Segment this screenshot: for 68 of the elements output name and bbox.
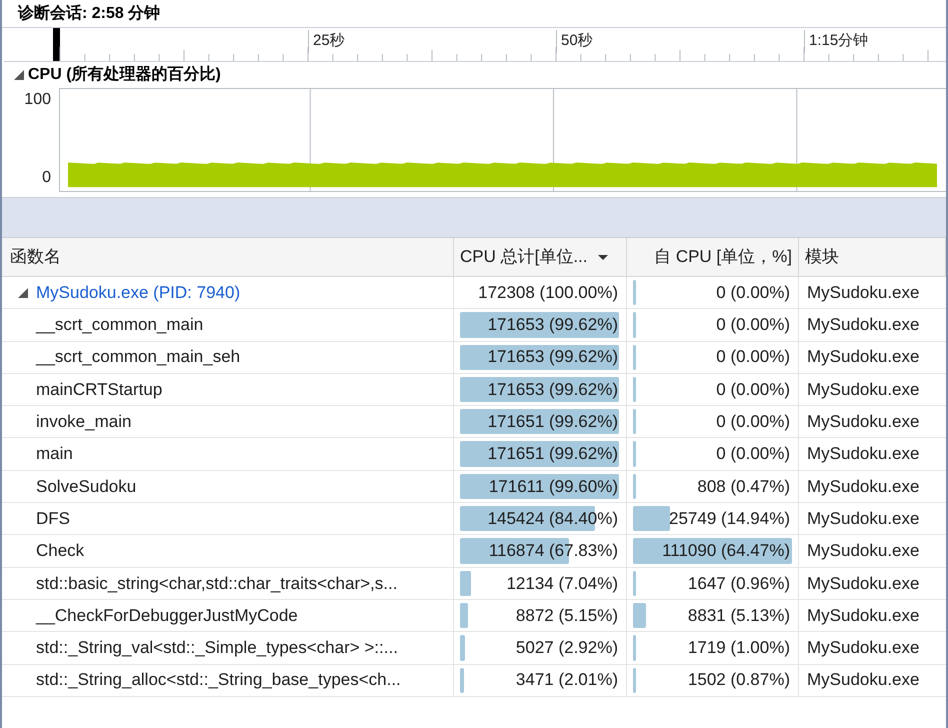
- graph-title: CPU (所有处理器的百分比): [28, 64, 221, 85]
- cpu-total-value: 145424 (84.40%): [488, 508, 618, 530]
- cpu-total-value: 171651 (99.62%): [488, 443, 618, 466]
- function-name[interactable]: __scrt_common_main_seh: [36, 344, 240, 370]
- function-name[interactable]: std::_String_val<std::_Simple_types<char> >::...: [36, 635, 398, 661]
- axis-label: 100: [24, 90, 51, 110]
- function-name[interactable]: std::basic_string<char,std::char_traits<char>,s...: [36, 570, 398, 596]
- self-cpu-value: 111090 (64.47%): [662, 540, 790, 562]
- function-name[interactable]: __CheckForDebuggerJustMyCode: [36, 602, 298, 628]
- self-cpu-value: 1647 (0.96%): [688, 572, 790, 595]
- time-label: 25秒: [308, 30, 345, 52]
- collapse-triangle-icon[interactable]: [14, 70, 24, 80]
- column-header[interactable]: 自 CPU [单位，%]: [627, 238, 799, 276]
- time-label: 50秒: [556, 30, 593, 52]
- cpu-total-value: 172308 (100.00%): [478, 282, 618, 304]
- axis-label: 0: [42, 168, 51, 188]
- function-name[interactable]: Check: [36, 538, 84, 564]
- module-name: MySudoku.exe: [807, 411, 920, 434]
- cpu-total-value: 171611 (99.60%): [488, 476, 618, 498]
- cpu-total-value: 171653 (99.62%): [488, 314, 618, 336]
- module-name: MySudoku.exe: [807, 378, 920, 401]
- self-cpu-value: 1719 (1.00%): [688, 637, 790, 660]
- playhead-marker[interactable]: [53, 28, 60, 61]
- function-name[interactable]: SolveSudoku: [36, 474, 136, 500]
- cpu-total-value: 171653 (99.62%): [488, 346, 618, 368]
- module-name: MySudoku.exe: [807, 346, 920, 368]
- cpu-total-value: 5027 (2.92%): [516, 637, 618, 660]
- timeline-ruler[interactable]: 25秒 50秒 1:15分钟: [4, 28, 946, 62]
- expand-triangle-icon[interactable]: [18, 288, 28, 298]
- self-cpu-value: 0 (0.00%): [716, 282, 790, 304]
- cpu-total-value: 12134 (7.04%): [506, 572, 618, 595]
- module-name: MySudoku.exe: [807, 443, 920, 466]
- self-cpu-value: 0 (0.00%): [716, 411, 790, 434]
- self-cpu-value: 0 (0.00%): [716, 346, 790, 368]
- cpu-total-value: 171651 (99.62%): [488, 411, 618, 434]
- module-name: MySudoku.exe: [807, 572, 920, 595]
- function-name[interactable]: mainCRTStartup: [36, 376, 162, 402]
- module-name: MySudoku.exe: [807, 637, 920, 660]
- self-cpu-value: 0 (0.00%): [716, 443, 790, 466]
- function-name[interactable]: std::_String_alloc<std::_String_base_types<ch...: [36, 667, 401, 693]
- module-name: MySudoku.exe: [807, 604, 920, 627]
- self-cpu-value: 0 (0.00%): [716, 378, 790, 401]
- cpu-total-value: 116874 (67.83%): [488, 540, 618, 562]
- function-name[interactable]: DFS: [36, 506, 70, 532]
- cpu-total-value: 3471 (2.01%): [516, 669, 618, 692]
- self-cpu-value: 0 (0.00%): [716, 314, 790, 336]
- module-name: MySudoku.exe: [807, 540, 920, 562]
- module-name: MySudoku.exe: [807, 314, 920, 336]
- column-header[interactable]: 函数名: [2, 238, 454, 276]
- sort-down-icon: [598, 254, 608, 260]
- module-name: MySudoku.exe: [807, 508, 920, 530]
- session-title: 诊断会话: 2:58 分钟: [18, 4, 160, 24]
- cpu-total-value: 8872 (5.15%): [516, 604, 618, 627]
- cpu-total-value: 171653 (99.62%): [488, 378, 618, 401]
- self-cpu-value: 25749 (14.94%): [669, 508, 790, 530]
- self-cpu-value: 1502 (0.87%): [688, 669, 790, 692]
- self-cpu-value: 8831 (5.13%): [688, 604, 790, 627]
- function-name[interactable]: main: [36, 441, 73, 467]
- module-name: MySudoku.exe: [807, 476, 920, 498]
- self-cpu-value: 808 (0.47%): [697, 476, 790, 498]
- function-name[interactable]: __scrt_common_main: [36, 312, 204, 338]
- module-name: MySudoku.exe: [807, 282, 920, 304]
- time-label: 1:15分钟: [804, 30, 868, 52]
- function-name[interactable]: MySudoku.exe (PID: 7940): [36, 280, 240, 306]
- column-header[interactable]: CPU 总计[单位...: [454, 238, 627, 276]
- column-header[interactable]: 模块: [799, 238, 946, 276]
- module-name: MySudoku.exe: [807, 669, 920, 692]
- function-name[interactable]: invoke_main: [36, 409, 132, 435]
